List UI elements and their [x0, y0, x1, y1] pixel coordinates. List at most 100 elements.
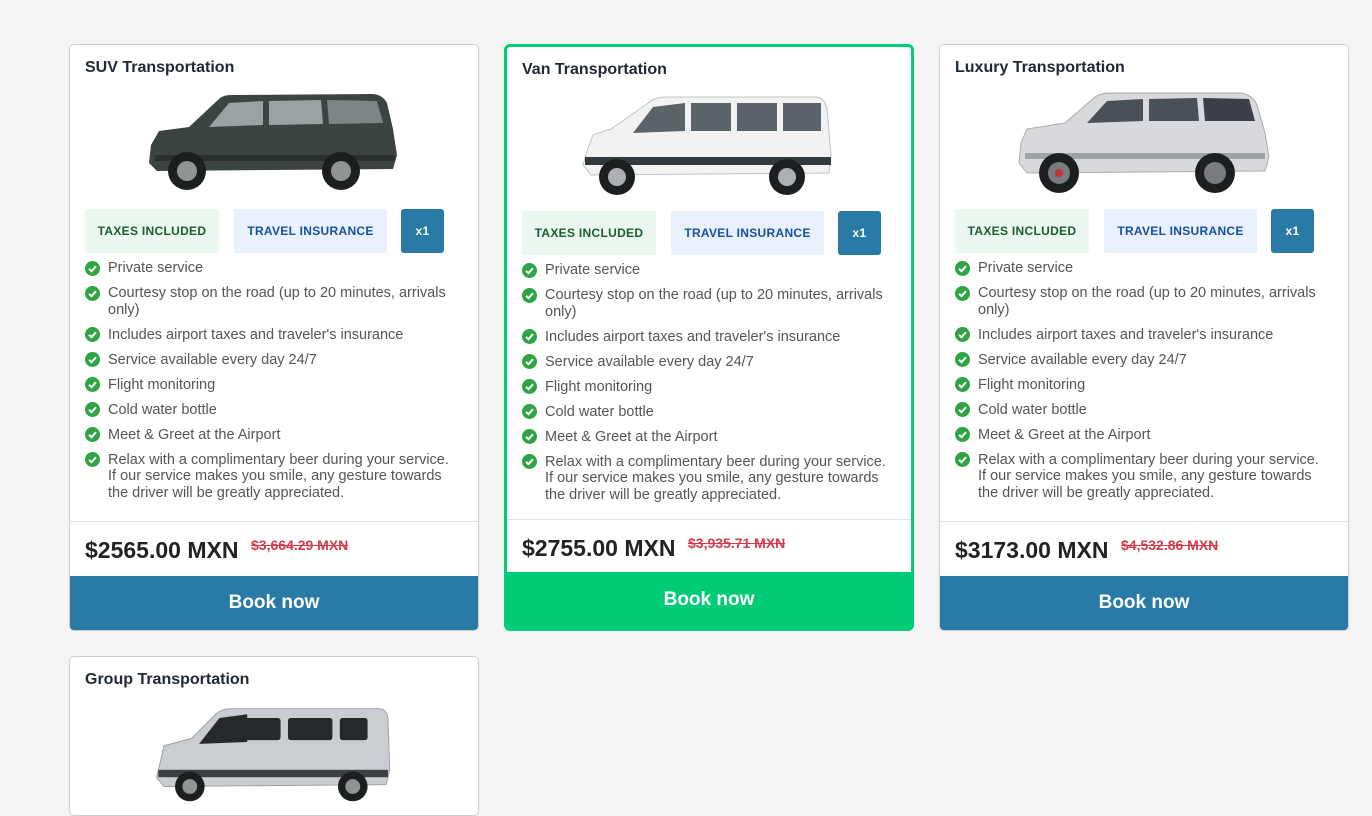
list-item: Meet & Greet at the Airport [522, 429, 897, 446]
check-icon [85, 402, 100, 417]
list-item: Service available every day 24/7 [955, 352, 1330, 369]
list-item: Includes airport taxes and traveler's in… [522, 329, 897, 346]
badge-travel-insurance: TRAVEL INSURANCE [671, 211, 824, 255]
list-item: Meet & Greet at the Airport [85, 427, 460, 444]
feature-text: Meet & Greet at the Airport [978, 426, 1151, 443]
check-icon [522, 429, 537, 444]
old-price: $4,532.86 MXN [1121, 537, 1219, 553]
list-item: Cold water bottle [522, 404, 897, 421]
feature-text: Meet & Greet at the Airport [108, 426, 281, 443]
quantity-badge[interactable]: x1 [401, 209, 444, 253]
list-item: Meet & Greet at the Airport [955, 427, 1330, 444]
feature-text: Courtesy stop on the road (up to 20 minu… [978, 285, 1316, 318]
check-icon [955, 260, 970, 276]
list-item: Private service [522, 262, 897, 279]
check-icon [522, 404, 537, 419]
feature-text: Includes airport taxes and traveler's in… [545, 328, 841, 345]
van-vehicle-image [582, 96, 832, 195]
price: $2755.00 MXN [522, 535, 676, 561]
card-title: Van Transportation [522, 61, 667, 78]
feature-list: Private service Courtesy stop on the roa… [85, 260, 460, 510]
list-item: Courtesy stop on the road (up to 20 minu… [522, 287, 897, 320]
check-icon [522, 262, 537, 278]
book-now-button[interactable]: Book now [70, 576, 478, 630]
feature-text: Service available every day 24/7 [978, 351, 1187, 368]
card-title: Group Transportation [85, 671, 250, 688]
feature-text: Flight monitoring [978, 376, 1086, 393]
feature-text: Private service [545, 262, 641, 278]
feature-text: Flight monitoring [545, 378, 653, 395]
old-price: $3,935.71 MXN [688, 535, 786, 551]
feature-text: Cold water bottle [978, 401, 1087, 418]
check-icon [955, 377, 970, 392]
feature-list: Private service Courtesy stop on the roa… [522, 262, 897, 512]
card-title: SUV Transportation [85, 59, 235, 76]
feature-text: Private service [108, 260, 204, 276]
list-item: Service available every day 24/7 [522, 354, 897, 371]
check-icon [955, 427, 970, 442]
feature-text: Service available every day 24/7 [108, 351, 317, 368]
feature-text: Relax with a complimentary beer during y… [545, 453, 886, 503]
feature-text: Relax with a complimentary beer during y… [108, 451, 449, 501]
quantity-badge[interactable]: x1 [1271, 209, 1314, 253]
check-icon [85, 452, 100, 467]
list-item: Courtesy stop on the road (up to 20 minu… [955, 285, 1330, 318]
list-item: Includes airport taxes and traveler's in… [955, 327, 1330, 344]
list-item: Relax with a complimentary beer during y… [522, 454, 897, 504]
list-item: Includes airport taxes and traveler's in… [85, 327, 460, 344]
feature-text: Meet & Greet at the Airport [545, 428, 718, 445]
feature-text: Service available every day 24/7 [545, 353, 754, 370]
feature-list: Private service Courtesy stop on the roa… [955, 260, 1330, 510]
list-item: Courtesy stop on the road (up to 20 minu… [85, 285, 460, 318]
feature-text: Private service [978, 260, 1074, 276]
check-icon [955, 352, 970, 367]
card-suv: SUV Transportation TAXES INCLUDED TRAVEL… [69, 44, 479, 631]
check-icon [85, 377, 100, 392]
badge-travel-insurance: TRAVEL INSURANCE [234, 209, 387, 253]
luxury-vehicle-image [1018, 92, 1270, 193]
suv-vehicle-image [149, 94, 397, 190]
check-icon [955, 452, 970, 467]
divider [507, 519, 911, 520]
badge-taxes-included: TAXES INCLUDED [522, 211, 656, 255]
check-icon [522, 287, 537, 303]
check-icon [522, 354, 537, 369]
list-item: Private service [85, 260, 460, 277]
list-item: Service available every day 24/7 [85, 352, 460, 369]
feature-text: Includes airport taxes and traveler's in… [108, 326, 404, 343]
check-icon [85, 427, 100, 442]
list-item: Flight monitoring [522, 379, 897, 396]
list-item: Private service [955, 260, 1330, 277]
feature-text: Relax with a complimentary beer during y… [978, 451, 1319, 501]
badge-taxes-included: TAXES INCLUDED [85, 209, 219, 253]
card-group: Group Transportation [69, 656, 479, 816]
check-icon [85, 260, 100, 276]
check-icon [955, 285, 970, 301]
list-item: Flight monitoring [85, 377, 460, 394]
list-item: Cold water bottle [85, 402, 460, 419]
badge-taxes-included: TAXES INCLUDED [955, 209, 1089, 253]
feature-text: Courtesy stop on the road (up to 20 minu… [545, 287, 883, 320]
divider [70, 521, 478, 522]
check-icon [85, 352, 100, 367]
feature-text: Includes airport taxes and traveler's in… [978, 326, 1274, 343]
check-icon [522, 454, 537, 469]
price: $2565.00 MXN [85, 537, 239, 563]
feature-text: Cold water bottle [108, 401, 217, 418]
list-item: Relax with a complimentary beer during y… [85, 452, 460, 502]
book-now-button[interactable]: Book now [507, 572, 911, 628]
feature-text: Cold water bottle [545, 403, 654, 420]
quantity-badge[interactable]: x1 [838, 211, 881, 255]
top-cropped-text-strip [0, 0, 1372, 8]
price: $3173.00 MXN [955, 537, 1109, 563]
card-luxury: Luxury Transportation TAXES INCLUDED TRA… [939, 44, 1349, 631]
card-title: Luxury Transportation [955, 59, 1125, 76]
group-vehicle-image [155, 708, 391, 802]
badge-travel-insurance: TRAVEL INSURANCE [1104, 209, 1257, 253]
book-now-button[interactable]: Book now [940, 576, 1348, 630]
list-item: Cold water bottle [955, 402, 1330, 419]
divider [940, 521, 1348, 522]
list-item: Relax with a complimentary beer during y… [955, 452, 1330, 502]
feature-text: Flight monitoring [108, 376, 216, 393]
check-icon [85, 327, 100, 342]
